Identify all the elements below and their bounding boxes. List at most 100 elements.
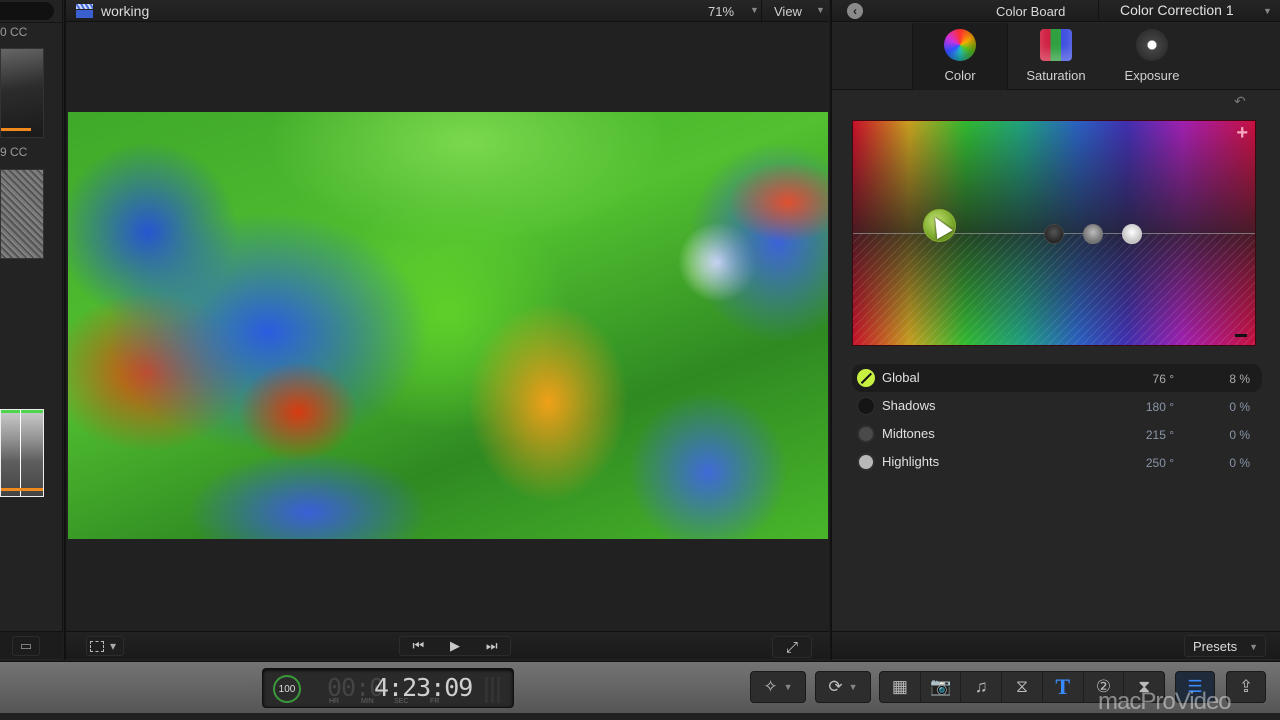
chevron-down-icon: ▼ bbox=[1249, 642, 1258, 652]
browser-footer: ▭ bbox=[0, 631, 63, 659]
transform-menu-button[interactable]: ▾ bbox=[86, 636, 124, 656]
project-title: working bbox=[101, 3, 150, 19]
audio-meter[interactable] bbox=[485, 677, 503, 703]
angle-value[interactable]: 180 ° bbox=[1146, 400, 1174, 414]
midtones-indicator-icon bbox=[857, 425, 875, 443]
row-shadows[interactable]: Shadows 180 ° 0 % bbox=[852, 392, 1262, 420]
inspector-header: ‹ Color Board Color Correction 1 ▼ bbox=[832, 0, 1280, 22]
magic-wand-icon: ✧ bbox=[763, 677, 778, 696]
background-tasks-gauge[interactable]: 100 bbox=[273, 675, 301, 703]
tab-label: Color bbox=[944, 68, 976, 83]
timecode-value: 4:23:09 bbox=[374, 673, 473, 702]
video-frame[interactable] bbox=[68, 112, 828, 539]
chevron-left-icon: ‹ bbox=[853, 4, 857, 18]
reset-icon[interactable]: ↶ bbox=[1234, 93, 1246, 110]
enhance-button[interactable]: ✧ ▼ bbox=[751, 672, 805, 702]
next-edit-button[interactable]: ⏭ bbox=[473, 638, 510, 654]
fullscreen-button[interactable]: ⤢ bbox=[772, 636, 812, 658]
photo-video-browser-button[interactable]: ▦ bbox=[880, 672, 921, 702]
share-button[interactable]: ⇪ bbox=[1227, 672, 1265, 702]
retiming-menu[interactable]: ⟳ ▼ bbox=[815, 671, 871, 703]
photos-browser-button[interactable]: 📷 bbox=[921, 672, 962, 702]
filmstrip-view-button[interactable]: ▭ bbox=[12, 636, 40, 656]
inspector-title: Color Board bbox=[996, 4, 1066, 19]
midtones-puck[interactable] bbox=[1083, 224, 1103, 244]
shadows-puck[interactable] bbox=[1044, 224, 1064, 244]
play-button[interactable]: ▶ bbox=[437, 638, 474, 654]
puck-values-list: Global 76 ° 8 % Shadows 180 ° 0 % Midton… bbox=[852, 364, 1262, 476]
row-global[interactable]: Global 76 ° 8 % bbox=[852, 364, 1262, 392]
highlights-indicator-icon bbox=[857, 453, 875, 471]
row-midtones[interactable]: Midtones 215 ° 0 % bbox=[852, 420, 1262, 448]
fullscreen-icon: ⤢ bbox=[785, 638, 798, 656]
tab-color[interactable]: Color bbox=[912, 23, 1008, 90]
clip-range-bar bbox=[1, 488, 43, 491]
photo-video-icon: ▦ bbox=[891, 677, 908, 696]
percent-value[interactable]: 0 % bbox=[1229, 400, 1250, 414]
row-name: Highlights bbox=[882, 454, 940, 469]
angle-value[interactable]: 250 ° bbox=[1146, 456, 1174, 470]
share-group[interactable]: ⇪ bbox=[1226, 671, 1266, 703]
color-board[interactable]: + bbox=[852, 120, 1256, 346]
browser-search-field[interactable] bbox=[0, 2, 54, 20]
timecode-unit: FR bbox=[430, 698, 440, 705]
dashboard-timecode[interactable]: 100 00:0 4:23:09 HR MIN SEC FR bbox=[262, 668, 514, 708]
transform-icon bbox=[90, 640, 104, 652]
final-cut-window: 0 CC 9 CC ▭ working 71% ▼ View ▼ ▾ ⏮ ▶ ⏭… bbox=[0, 0, 1280, 720]
music-browser-button[interactable]: ♫ bbox=[961, 672, 1003, 702]
divider bbox=[0, 22, 63, 23]
percent-value[interactable]: 0 % bbox=[1229, 456, 1250, 470]
tab-exposure[interactable]: Exposure bbox=[1104, 23, 1200, 90]
clip-label: 0 CC bbox=[0, 25, 28, 39]
tab-label: Saturation bbox=[1026, 68, 1086, 83]
back-button[interactable]: ‹ bbox=[847, 3, 863, 19]
shadows-indicator-icon bbox=[857, 397, 875, 415]
retime-button[interactable]: ⟳ ▼ bbox=[816, 672, 870, 702]
angle-value[interactable]: 76 ° bbox=[1153, 372, 1174, 386]
row-highlights[interactable]: Highlights 250 ° 0 % bbox=[852, 448, 1262, 476]
divider bbox=[761, 0, 762, 22]
timecode-unit: HR bbox=[329, 698, 340, 705]
camera-icon: 📷 bbox=[929, 677, 952, 696]
watermark-logo: macProVideo bbox=[1098, 688, 1232, 715]
highlights-puck[interactable] bbox=[1122, 224, 1142, 244]
main-toolbar: 100 00:0 4:23:09 HR MIN SEC FR ✧ ▼ ⟳ ▼ ▦ 📷… bbox=[0, 661, 1280, 715]
transitions-browser-button[interactable]: ⧖ bbox=[1002, 672, 1043, 702]
transport-controls: ⏮ ▶ ⏭ bbox=[399, 636, 511, 656]
negative-area-hatch bbox=[853, 234, 1255, 345]
chevron-down-icon: ▼ bbox=[816, 5, 825, 15]
view-menu[interactable]: View bbox=[774, 4, 802, 19]
tab-label: Exposure bbox=[1124, 68, 1180, 83]
color-board-tabs: Color Saturation Exposure bbox=[832, 23, 1280, 90]
share-icon: ⇪ bbox=[1238, 677, 1254, 696]
tab-saturation[interactable]: Saturation bbox=[1008, 23, 1104, 90]
filmstrip-icon: ▭ bbox=[19, 638, 33, 653]
row-name: Shadows bbox=[882, 398, 936, 413]
previous-edit-button[interactable]: ⏮ bbox=[400, 638, 437, 654]
zoom-level-menu[interactable]: 71% bbox=[708, 4, 734, 19]
viewer-footer: ▾ ⏮ ▶ ⏭ ⤢ bbox=[66, 631, 829, 659]
angle-value[interactable]: 215 ° bbox=[1146, 428, 1174, 442]
plus-icon: + bbox=[1236, 122, 1248, 144]
timeline-header-edge bbox=[0, 713, 1280, 720]
chevron-down-icon: ▼ bbox=[750, 5, 759, 15]
chevron-down-icon: ▼ bbox=[1263, 6, 1272, 16]
exposure-icon bbox=[1136, 29, 1168, 61]
clip-range-bar bbox=[1, 128, 31, 131]
clip-thumbnail[interactable] bbox=[0, 48, 44, 138]
viewer-header: working 71% ▼ View ▼ bbox=[66, 0, 829, 22]
enhancements-menu[interactable]: ✧ ▼ bbox=[750, 671, 806, 703]
timecode-unit: SEC bbox=[394, 698, 409, 705]
titles-browser-button[interactable]: T bbox=[1043, 672, 1084, 702]
timecode-unit: MIN bbox=[361, 698, 374, 705]
minus-icon bbox=[1235, 334, 1247, 337]
correction-selector[interactable]: Color Correction 1 bbox=[1120, 2, 1234, 18]
clip-thumbnail[interactable] bbox=[0, 169, 44, 259]
percent-value[interactable]: 0 % bbox=[1229, 428, 1250, 442]
clip-label: 9 CC bbox=[0, 145, 28, 159]
presets-button[interactable]: Presets ▼ bbox=[1184, 635, 1266, 657]
percent-value[interactable]: 8 % bbox=[1229, 372, 1250, 386]
clip-thumbnail-selected[interactable] bbox=[0, 409, 44, 497]
row-name: Global bbox=[882, 370, 920, 385]
global-indicator-icon bbox=[857, 369, 875, 387]
